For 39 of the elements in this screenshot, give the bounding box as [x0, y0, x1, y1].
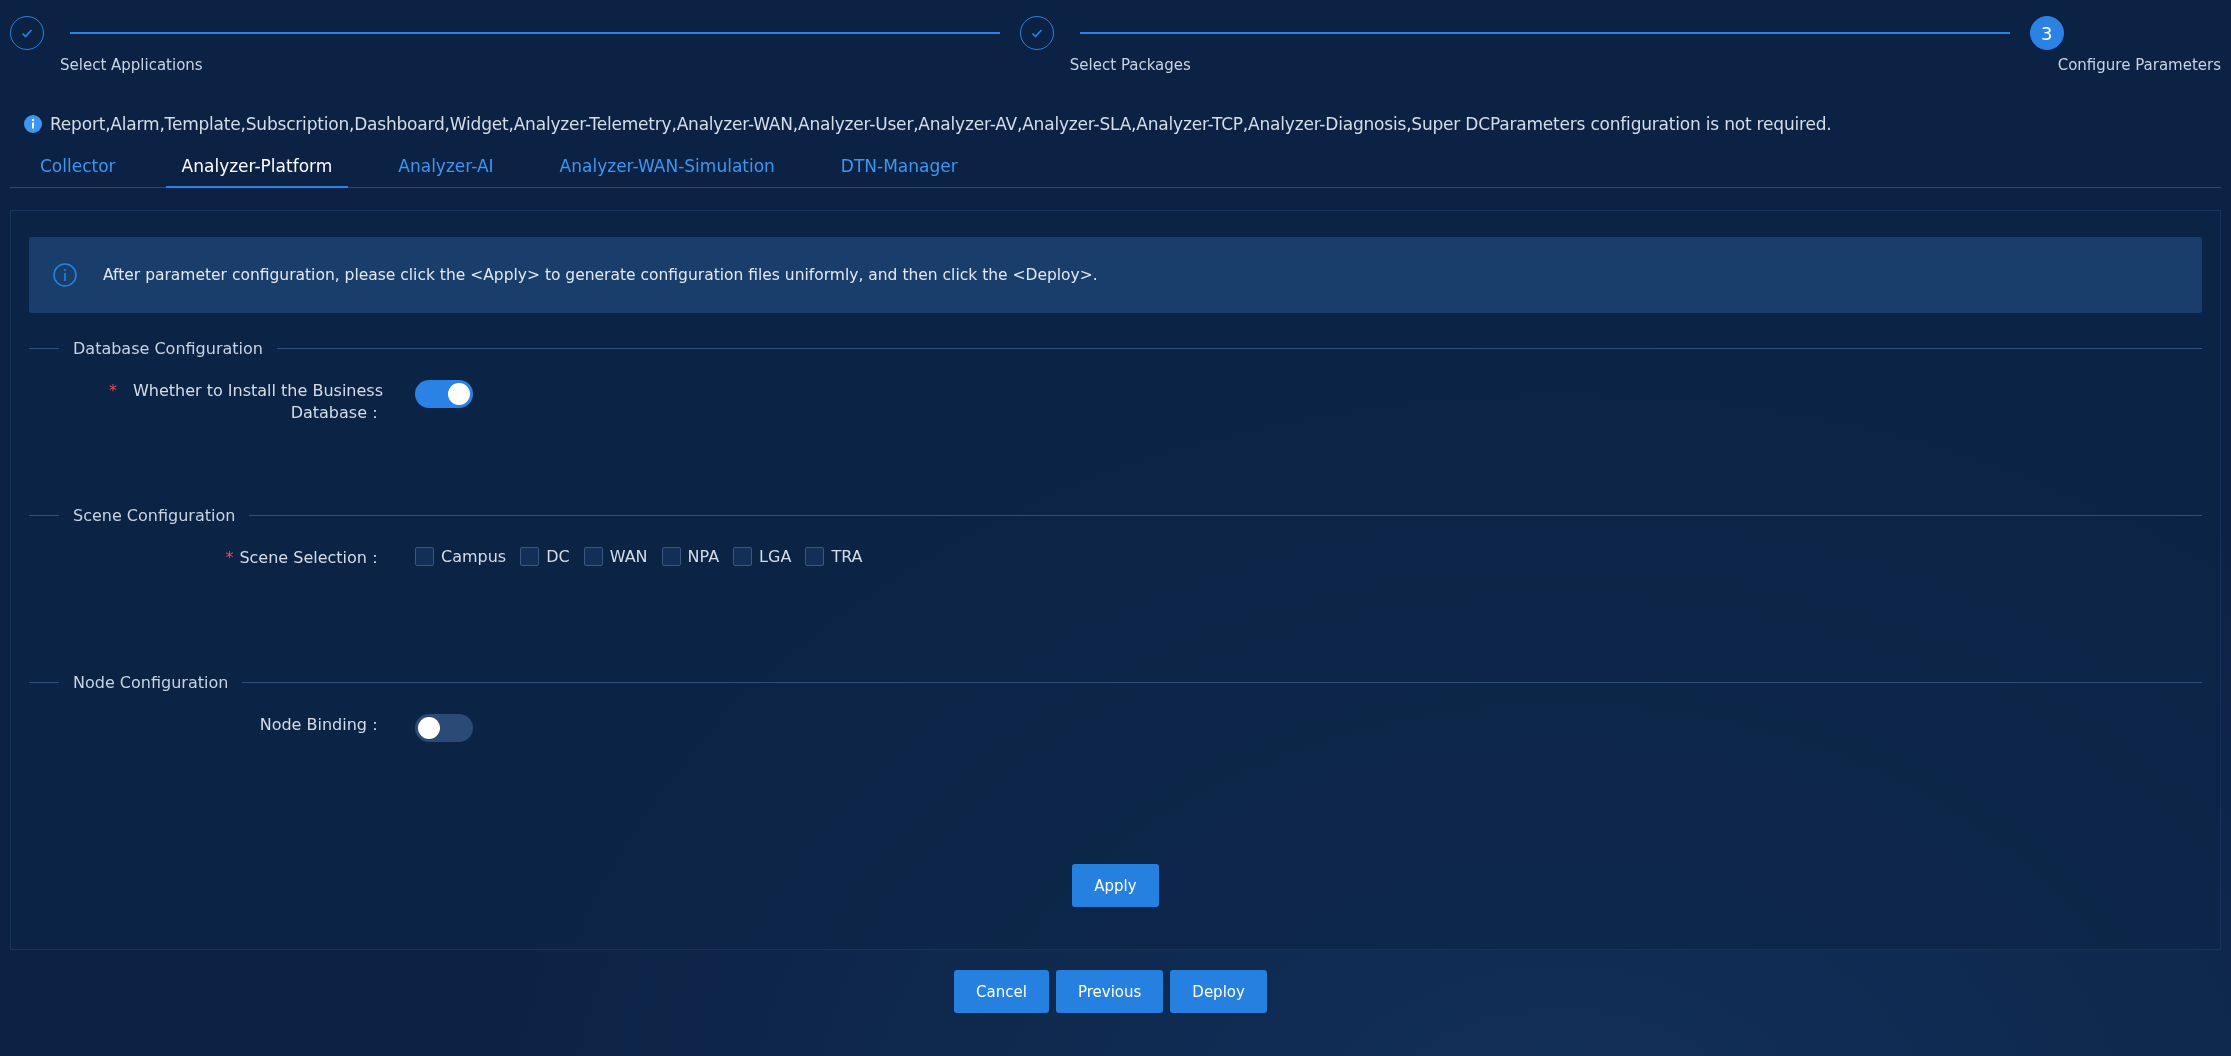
step-label: Configure Parameters [2057, 56, 2221, 74]
footer-button[interactable]: Previous [1055, 970, 1164, 1013]
tab[interactable]: Analyzer-Platform [165, 148, 349, 188]
footer-button[interactable]: Cancel [954, 970, 1049, 1013]
required-asterisk: * [225, 547, 234, 569]
checkbox[interactable] [583, 547, 603, 566]
checkbox[interactable] [520, 547, 540, 566]
footer-button[interactable]: Deploy [1170, 970, 1267, 1013]
apply-button[interactable]: Apply [1072, 864, 1159, 907]
checkbox[interactable] [733, 547, 753, 566]
notice-text: Report,Alarm,Template,Subscription,Dashboard,Widget,Analyzer-Telemetry,Analyzer-WAN,Analyzer-User,Analyzer-AV,Analyzer-SLA,Analyzer-TCP,Analyzer-Diagnosis,Super DCParameters configuration is not required. [50, 114, 1832, 134]
toggle-switch[interactable] [415, 380, 473, 408]
info-icon [24, 115, 42, 133]
field-label: Scene Selection： [239, 547, 383, 569]
checkbox[interactable] [415, 547, 434, 566]
checkbox-label: WAN [609, 547, 648, 566]
checkbox[interactable] [805, 547, 825, 566]
section-title: Database Configuration [72, 339, 264, 358]
step-label: Select Packages [1069, 56, 1192, 74]
banner-text: After parameter configuration, please click the <Apply> to generate configuration files uniformly, and then click the <Deploy>. [103, 266, 1098, 284]
tab[interactable]: DTN-Manager [824, 148, 974, 188]
toggle-switch[interactable] [415, 714, 473, 742]
checkbox-label: NPA [687, 547, 720, 566]
required-asterisk: * [109, 380, 117, 402]
tab[interactable]: Analyzer-AI [382, 148, 510, 188]
tab[interactable]: Analyzer-WAN-Simulation [543, 148, 791, 188]
checkbox-label: LGA [759, 547, 792, 566]
checkbox-label: TRA [831, 547, 863, 566]
field-label: Whether to Install the Business Database： [131, 380, 383, 424]
info-icon [53, 263, 77, 287]
tab[interactable]: Collector [24, 148, 132, 188]
checkbox[interactable] [661, 547, 681, 566]
checkbox-label: Campus [441, 547, 507, 566]
field-label: Node Binding： [259, 714, 383, 736]
checkbox-label: DC [546, 547, 570, 566]
step-number: 3 [2029, 16, 2064, 50]
section-title: Scene Configuration [72, 506, 237, 525]
step-label: Select Applications [60, 56, 204, 74]
section-title: Node Configuration [72, 673, 230, 692]
